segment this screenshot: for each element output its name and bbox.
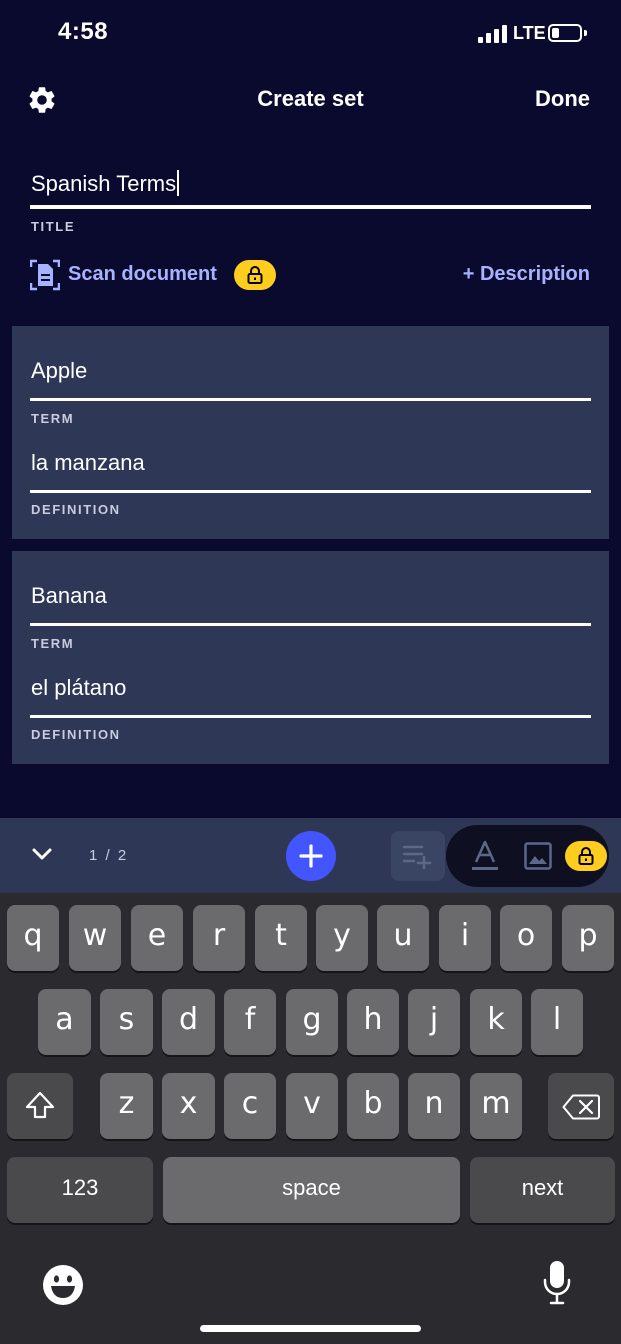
definition-input[interactable]: el plátano [31, 675, 126, 701]
key-m[interactable]: m [470, 1073, 522, 1139]
status-time: 4:58 [58, 18, 109, 45]
term-input[interactable]: Apple [31, 358, 87, 384]
done-button[interactable]: Done [535, 86, 590, 112]
shift-icon [25, 1091, 55, 1119]
microphone-icon[interactable] [542, 1260, 572, 1306]
plus-icon [299, 844, 323, 868]
key-g[interactable]: g [286, 989, 338, 1055]
battery-icon [548, 24, 582, 42]
scan-document-button[interactable]: Scan document [68, 263, 217, 286]
definition-input[interactable]: la manzana [31, 450, 145, 476]
key-r[interactable]: r [193, 905, 245, 971]
key-k[interactable]: k [470, 989, 522, 1055]
numbers-key[interactable]: 123 [7, 1157, 153, 1223]
term-label: TERM [31, 411, 75, 426]
page-title: Create set [257, 86, 364, 111]
key-i[interactable]: i [439, 905, 491, 971]
text-format-icon[interactable] [472, 840, 498, 872]
key-t[interactable]: t [255, 905, 307, 971]
key-j[interactable]: j [408, 989, 460, 1055]
term-underline [30, 398, 591, 401]
key-a[interactable]: a [38, 989, 91, 1055]
network-type: LTE [513, 23, 546, 43]
cellular-signal-icon [478, 25, 507, 43]
key-u[interactable]: u [377, 905, 429, 971]
premium-lock-badge [234, 260, 276, 290]
key-n[interactable]: n [408, 1073, 460, 1139]
definition-underline [30, 715, 591, 718]
definition-label: DEFINITION [31, 502, 121, 517]
title-label: TITLE [31, 219, 76, 234]
list-add-icon [402, 845, 432, 869]
battery-nub [584, 30, 587, 36]
key-f[interactable]: f [224, 989, 276, 1055]
title-input-value: Spanish Terms [31, 171, 177, 196]
add-card-button[interactable] [286, 831, 336, 881]
key-x[interactable]: x [162, 1073, 215, 1139]
term-input[interactable]: Banana [31, 583, 107, 609]
premium-lock-badge [565, 841, 607, 871]
key-v[interactable]: v [286, 1073, 338, 1139]
shift-key[interactable] [7, 1073, 73, 1139]
key-b[interactable]: b [347, 1073, 399, 1139]
term-card-2: Banana TERM el plátano DEFINITION [12, 551, 609, 764]
emoji-icon[interactable] [42, 1264, 84, 1306]
key-w[interactable]: w [69, 905, 121, 971]
key-s[interactable]: s [100, 989, 153, 1055]
add-rows-button[interactable] [391, 831, 445, 881]
backspace-icon [562, 1094, 600, 1120]
key-o[interactable]: o [500, 905, 552, 971]
space-key[interactable]: space [163, 1157, 460, 1223]
key-h[interactable]: h [347, 989, 399, 1055]
term-underline [30, 623, 591, 626]
title-underline [30, 205, 591, 209]
title-input[interactable]: Spanish Terms [31, 170, 180, 197]
definition-label: DEFINITION [31, 727, 121, 742]
key-y[interactable]: y [316, 905, 368, 971]
text-caret [177, 170, 180, 196]
term-card-1: Apple TERM la manzana DEFINITION [12, 326, 609, 539]
card-counter: 1 / 2 [89, 847, 129, 864]
add-description-button[interactable]: + Description [463, 263, 590, 286]
lock-icon [578, 847, 594, 865]
chevron-down-icon[interactable] [31, 846, 53, 862]
key-z[interactable]: z [100, 1073, 153, 1139]
home-indicator [200, 1325, 421, 1332]
lock-icon [247, 266, 263, 284]
key-p[interactable]: p [562, 905, 614, 971]
key-d[interactable]: d [162, 989, 215, 1055]
delete-key[interactable] [548, 1073, 614, 1139]
key-l[interactable]: l [531, 989, 583, 1055]
next-key[interactable]: next [470, 1157, 615, 1223]
key-q[interactable]: q [7, 905, 59, 971]
term-label: TERM [31, 636, 75, 651]
definition-underline [30, 490, 591, 493]
image-icon[interactable] [524, 842, 552, 870]
key-c[interactable]: c [224, 1073, 276, 1139]
key-e[interactable]: e [131, 905, 183, 971]
scan-document-icon[interactable] [30, 259, 60, 291]
